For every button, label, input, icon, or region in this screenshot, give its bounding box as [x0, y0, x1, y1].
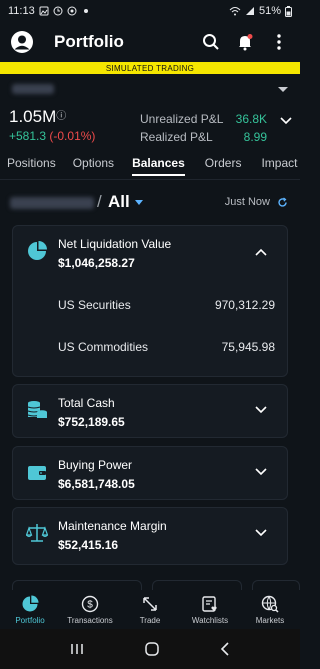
- clock-icon: [53, 6, 63, 16]
- redacted-account-id: [10, 197, 94, 209]
- status-bar: 11:13 51%: [0, 0, 300, 22]
- nav-transactions[interactable]: $ Transactions: [60, 594, 120, 625]
- card-title: Buying Power: [58, 458, 133, 472]
- nav-label: Portfolio: [15, 616, 45, 625]
- card-title: Maintenance Margin: [58, 519, 167, 533]
- unrealized-pl-value: 36.8K: [235, 112, 267, 126]
- sub-row-value: 970,312.29: [214, 298, 275, 312]
- chevron-down-icon[interactable]: [255, 468, 267, 476]
- tab-orders[interactable]: Orders: [205, 152, 242, 174]
- status-time: 11:13: [8, 5, 35, 17]
- chevron-down-icon[interactable]: [255, 406, 267, 414]
- avatar-icon[interactable]: [10, 30, 34, 54]
- sub-row-label: US Securities: [58, 298, 131, 312]
- change-percent: (-0.01%): [49, 129, 96, 143]
- buying-power-card[interactable]: Buying Power $6,581,748.05: [12, 446, 288, 500]
- chevron-up-icon[interactable]: [255, 248, 267, 256]
- maintenance-margin-card[interactable]: Maintenance Margin $52,415.16: [12, 507, 288, 565]
- chevron-down-icon[interactable]: [255, 529, 267, 537]
- unrealized-pl-label: Unrealized P&L: [140, 112, 224, 126]
- sub-row-value: 75,945.98: [221, 340, 275, 354]
- card-value: $6,581,748.05: [58, 477, 135, 491]
- transactions-icon: $: [81, 595, 99, 613]
- nav-trade[interactable]: Trade: [120, 594, 180, 625]
- search-icon: [203, 34, 219, 50]
- net-value-summary: 1.05Mⓘ: [9, 107, 66, 127]
- refresh-icon[interactable]: [277, 197, 288, 208]
- more-vertical-icon: [277, 34, 281, 50]
- circle-icon: [67, 6, 77, 16]
- sub-row-us-securities: US Securities 970,312.29: [58, 298, 275, 312]
- wallet-icon: [28, 466, 46, 480]
- system-nav-bar: [0, 629, 300, 669]
- nav-watchlists[interactable]: Watchlists: [180, 594, 240, 625]
- dot-icon: [83, 9, 88, 13]
- net-liquidation-card: Net Liquidation Value $1,046,258.27 US S…: [12, 225, 288, 377]
- next-card-peek: [12, 580, 142, 590]
- daily-change: +581.3 (-0.01%): [9, 129, 95, 143]
- sub-row-label: US Commodities: [58, 340, 149, 354]
- watchlists-icon: [202, 596, 217, 612]
- account-filter: / All Just Now: [0, 192, 300, 214]
- portfolio-tabs: Positions Options Balances Orders Impact…: [0, 152, 300, 178]
- tabs-divider: [0, 179, 300, 180]
- portfolio-icon: [22, 595, 39, 612]
- pie-chart-icon: [28, 241, 47, 260]
- card-title: Net Liquidation Value: [58, 237, 172, 251]
- net-value: 1.05M: [9, 107, 57, 126]
- account-selector[interactable]: [0, 79, 300, 99]
- last-updated: Just Now: [224, 196, 270, 208]
- account-filter-all[interactable]: All: [108, 192, 130, 212]
- image-icon: [39, 6, 49, 16]
- portfolio-summary: 1.05Mⓘ +581.3 (-0.01%) Unrealized P&L Re…: [0, 105, 300, 147]
- more-options-button[interactable]: [268, 31, 290, 53]
- realized-pl-label: Realized P&L: [140, 130, 213, 144]
- battery-percent: 51%: [258, 5, 281, 17]
- tab-impact-lens[interactable]: Impact Len: [261, 152, 300, 174]
- svg-text:$: $: [87, 600, 93, 611]
- card-value: $752,189.65: [58, 415, 125, 429]
- notifications-button[interactable]: [234, 31, 256, 53]
- account-dropdown-icon[interactable]: [278, 86, 288, 92]
- nav-label: Markets: [255, 616, 285, 625]
- page-title: Portfolio: [54, 32, 124, 51]
- nav-label: Transactions: [67, 616, 113, 625]
- scale-icon: [26, 524, 48, 542]
- trade-icon: [143, 597, 157, 611]
- tab-options[interactable]: Options: [73, 152, 114, 174]
- recent-apps-icon[interactable]: [69, 642, 85, 656]
- bottom-nav: Portfolio $ Transactions Trade Watchlist…: [0, 590, 300, 629]
- home-icon[interactable]: [144, 641, 160, 657]
- tab-balances[interactable]: Balances: [132, 152, 185, 176]
- card-value: $1,046,258.27: [58, 256, 135, 270]
- next-card-peek: [152, 580, 242, 590]
- filter-dropdown-icon[interactable]: [135, 200, 143, 205]
- nav-markets[interactable]: Markets: [240, 594, 300, 625]
- redacted-account-name: [12, 84, 54, 94]
- wifi-icon: [229, 7, 241, 16]
- signal-icon: [245, 7, 254, 15]
- nav-label: Trade: [139, 616, 161, 625]
- markets-icon: [261, 595, 279, 613]
- card-title: Total Cash: [58, 396, 115, 410]
- realized-pl-value: 8.99: [243, 130, 267, 144]
- battery-icon: [285, 5, 292, 17]
- card-value: $52,415.16: [58, 538, 119, 552]
- info-icon[interactable]: ⓘ: [56, 111, 66, 122]
- back-icon[interactable]: [219, 641, 231, 657]
- bell-icon: [239, 34, 253, 51]
- coins-icon: [27, 401, 47, 418]
- next-card-peek: [252, 580, 300, 590]
- sub-row-us-commodities: US Commodities 75,945.98: [58, 340, 275, 354]
- simulated-trading-banner: SIMULATED TRADING: [0, 62, 300, 74]
- tab-positions[interactable]: Positions: [7, 152, 56, 174]
- app-bar: Portfolio: [0, 22, 300, 62]
- change-amount: +581.3: [9, 129, 47, 143]
- search-button[interactable]: [200, 31, 222, 53]
- nav-portfolio[interactable]: Portfolio: [0, 594, 60, 625]
- filter-separator: /: [97, 192, 102, 211]
- total-cash-card[interactable]: Total Cash $752,189.65: [12, 384, 288, 438]
- nav-label: Watchlists: [191, 616, 229, 625]
- chevron-down-icon[interactable]: [280, 117, 292, 125]
